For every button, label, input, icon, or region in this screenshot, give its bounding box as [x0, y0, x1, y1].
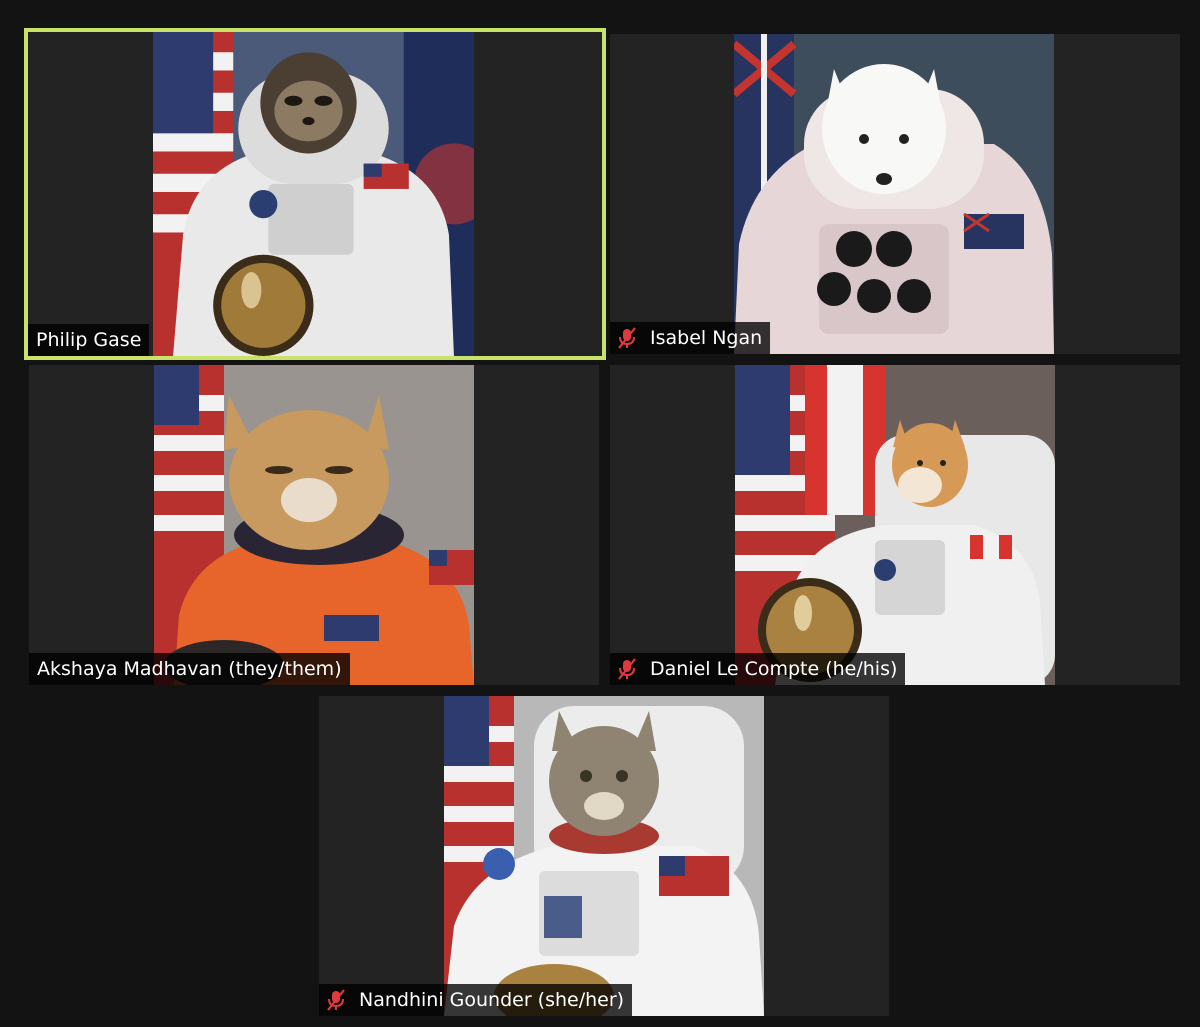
- participant-name-tag: Isabel Ngan: [610, 322, 771, 354]
- white-dog-astronaut-image: [734, 34, 1054, 354]
- microphone-muted-icon: [618, 327, 636, 349]
- video-feed: [735, 365, 1055, 685]
- participant-tile-isabel-ngan[interactable]: Isabel Ngan: [610, 34, 1180, 354]
- video-feed: [734, 34, 1054, 354]
- microphone-muted-icon: [327, 989, 345, 1011]
- shiba-astronaut-image: [735, 365, 1055, 685]
- participant-tile-nandhini-gounder[interactable]: Nandhini Gounder (she/her): [319, 696, 889, 1016]
- video-feed: [154, 365, 474, 685]
- participant-tile-daniel-le-compte[interactable]: Daniel Le Compte (he/his): [610, 365, 1180, 685]
- participant-name-tag: Nandhini Gounder (she/her): [319, 984, 633, 1016]
- participant-name-tag: Akshaya Madhavan (they/them): [29, 653, 350, 685]
- participant-name: Akshaya Madhavan (they/them): [37, 658, 342, 680]
- participant-name: Philip Gase: [36, 329, 142, 351]
- participant-tile-philip-gase[interactable]: Philip Gase: [24, 28, 606, 360]
- video-gallery: Philip Gase Isabel Ngan Akshaya Madhavan…: [0, 0, 1200, 1027]
- participant-tile-akshaya-madhavan[interactable]: Akshaya Madhavan (they/them): [29, 365, 599, 685]
- orange-cat-astronaut-image: [154, 365, 474, 685]
- participant-name: Nandhini Gounder (she/her): [359, 989, 625, 1011]
- video-feed: [153, 32, 474, 356]
- participant-name: Isabel Ngan: [650, 327, 763, 349]
- sloth-astronaut-image: [153, 32, 474, 356]
- video-feed: [444, 696, 764, 1016]
- microphone-muted-icon: [618, 658, 636, 680]
- participant-name-tag: Philip Gase: [28, 324, 150, 356]
- participant-name-tag: Daniel Le Compte (he/his): [610, 653, 906, 685]
- tabby-cat-astronaut-image: [444, 696, 764, 1016]
- participant-name: Daniel Le Compte (he/his): [650, 658, 898, 680]
